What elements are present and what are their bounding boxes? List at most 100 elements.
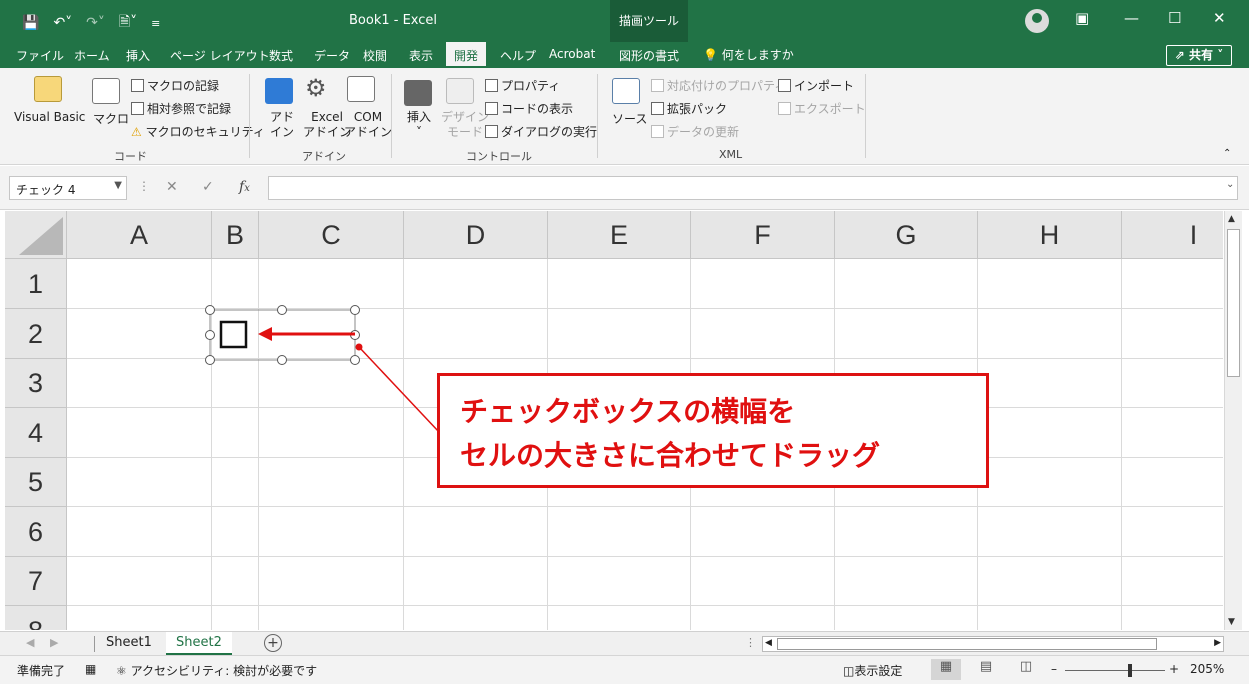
row-header-6[interactable]: 6 (5, 507, 67, 557)
accessibility-status[interactable]: ⚛ アクセシビリティ: 検討が必要です (116, 662, 317, 679)
zoom-level[interactable]: 205% (1190, 662, 1224, 676)
row-header-1[interactable]: 1 (5, 259, 67, 309)
checkbox-control[interactable] (201, 301, 371, 365)
sheet-tab-sheet1[interactable]: Sheet1 (96, 632, 162, 655)
normal-view-icon[interactable]: ▦ (931, 659, 961, 680)
tab-review[interactable]: 校閲 (363, 47, 387, 64)
column-header-b[interactable]: B (212, 211, 259, 259)
expansion-pack-button[interactable]: 拡張パック (651, 100, 727, 117)
column-header-i[interactable]: I (1122, 211, 1223, 259)
com-addin-icon[interactable] (347, 76, 375, 102)
column-header-g[interactable]: G (835, 211, 978, 259)
insert-function-icon[interactable]: fx (239, 179, 250, 195)
row-header-7[interactable]: 7 (5, 557, 67, 606)
chevron-down-icon[interactable]: ▼ (114, 180, 122, 191)
zoom-slider-knob[interactable] (1128, 664, 1132, 677)
view-code-button[interactable]: コードの表示 (485, 100, 573, 117)
resize-handle[interactable] (350, 305, 360, 315)
collapse-ribbon-icon[interactable]: ⌃ (1223, 148, 1231, 159)
column-header-f[interactable]: F (691, 211, 835, 259)
macro-button[interactable]: マクロ (93, 110, 129, 127)
scroll-up-icon[interactable]: ▲ (1228, 214, 1235, 224)
display-settings-button[interactable]: ◫表示設定 (843, 662, 902, 679)
add-sheet-icon[interactable]: + (264, 634, 282, 652)
row-header-8[interactable]: 8 (5, 606, 67, 630)
redo-icon[interactable]: ↷˅ (86, 15, 105, 31)
minimize-icon[interactable]: — (1124, 9, 1139, 27)
macro-security-button[interactable]: ⚠ マクロのセキュリティ (131, 123, 265, 140)
row-header-5[interactable]: 5 (5, 458, 67, 507)
page-break-view-icon[interactable]: ◫ (1011, 659, 1041, 680)
excel-addin-icon[interactable]: ⚙ (305, 74, 327, 102)
column-header-h[interactable]: H (978, 211, 1122, 259)
expand-formula-icon[interactable]: ⌄ (1226, 179, 1234, 190)
com-addin-button[interactable]: COM アドイン (344, 110, 392, 140)
checkbox-box[interactable] (219, 320, 248, 349)
visual-basic-icon[interactable] (34, 76, 62, 102)
column-header-c[interactable]: C (259, 211, 404, 259)
macro-record-status-icon[interactable]: ▦ (85, 662, 96, 676)
resize-handle[interactable] (205, 355, 215, 365)
tab-help[interactable]: ヘルプ (500, 47, 536, 64)
design-mode-icon[interactable] (446, 78, 474, 104)
save-icon[interactable]: 💾 (22, 15, 39, 31)
record-macro-button[interactable]: マクロの記録 (131, 77, 219, 94)
sheet-prev-icon[interactable]: ◀ (26, 636, 34, 649)
enter-icon[interactable]: ✓ (202, 179, 214, 195)
addin-icon[interactable] (265, 78, 293, 104)
relative-ref-button[interactable]: 相対参照で記録 (131, 100, 231, 117)
tab-file[interactable]: ファイル (16, 47, 64, 64)
account-avatar-icon[interactable] (1025, 9, 1049, 33)
undo-icon[interactable]: ↶˅ (53, 15, 72, 31)
tab-shape-format[interactable]: 図形の書式 (619, 47, 679, 64)
split-handle-icon[interactable]: ⋮ (745, 636, 756, 649)
new-file-icon[interactable]: 🗎˅ (119, 11, 137, 35)
import-button[interactable]: インポート (778, 77, 854, 94)
horizontal-scroll-thumb[interactable] (777, 638, 1157, 650)
run-dialog-button[interactable]: ダイアログの実行 (485, 123, 597, 140)
scroll-right-icon[interactable]: ▶ (1214, 638, 1221, 648)
refresh-data-button[interactable]: データの更新 (651, 123, 739, 140)
resize-handle[interactable] (277, 355, 287, 365)
tab-view[interactable]: 表示 (409, 47, 433, 64)
tab-home[interactable]: ホーム (74, 47, 110, 64)
zoom-slider-track[interactable] (1065, 670, 1165, 671)
design-mode-button[interactable]: デザイン モード (441, 110, 489, 140)
tab-page-layout[interactable]: ページ レイアウト (170, 47, 270, 64)
export-button[interactable]: エクスポート (778, 100, 866, 117)
select-all-corner[interactable] (5, 211, 67, 259)
tab-data[interactable]: データ (314, 47, 350, 64)
map-properties-button[interactable]: 対応付けのプロパティ (651, 77, 786, 94)
horizontal-scrollbar[interactable]: ◀ ▶ (762, 636, 1224, 652)
column-header-d[interactable]: D (404, 211, 548, 259)
formula-input[interactable] (268, 176, 1238, 200)
ribbon-display-icon[interactable]: ▣ (1075, 9, 1089, 27)
vertical-scrollbar[interactable]: ▲ ▼ (1224, 211, 1242, 630)
column-header-a[interactable]: A (67, 211, 212, 259)
column-header-e[interactable]: E (548, 211, 691, 259)
resize-handle[interactable] (277, 305, 287, 315)
tab-developer[interactable]: 開発 (446, 42, 487, 68)
scroll-left-icon[interactable]: ◀ (765, 638, 772, 648)
insert-control-button[interactable]: 挿入 ˅ (407, 110, 431, 140)
resize-handle[interactable] (350, 330, 360, 340)
macro-icon[interactable] (92, 78, 120, 104)
share-button[interactable]: ⇗ 共有 ˅ (1166, 45, 1232, 66)
maximize-icon[interactable]: ☐ (1168, 9, 1181, 27)
vertical-scroll-thumb[interactable] (1227, 229, 1240, 377)
cancel-icon[interactable]: ✕ (166, 179, 178, 195)
customize-icon[interactable]: ≡ (151, 17, 160, 30)
properties-button[interactable]: プロパティ (485, 77, 560, 94)
tab-insert[interactable]: 挿入 (126, 47, 150, 64)
scroll-down-icon[interactable]: ▼ (1228, 617, 1235, 627)
zoom-in-icon[interactable]: + (1169, 662, 1179, 676)
xml-source-button[interactable]: ソース (612, 110, 647, 127)
row-header-4[interactable]: 4 (5, 408, 67, 458)
addin-button[interactable]: アド イン (270, 110, 294, 140)
resize-handle[interactable] (205, 305, 215, 315)
visual-basic-button[interactable]: Visual Basic (14, 110, 85, 124)
tab-acrobat[interactable]: Acrobat (549, 47, 595, 61)
toolbox-icon[interactable] (404, 80, 432, 106)
tell-me-search[interactable]: 💡 何をしますか (703, 46, 794, 63)
resize-handle[interactable] (350, 355, 360, 365)
